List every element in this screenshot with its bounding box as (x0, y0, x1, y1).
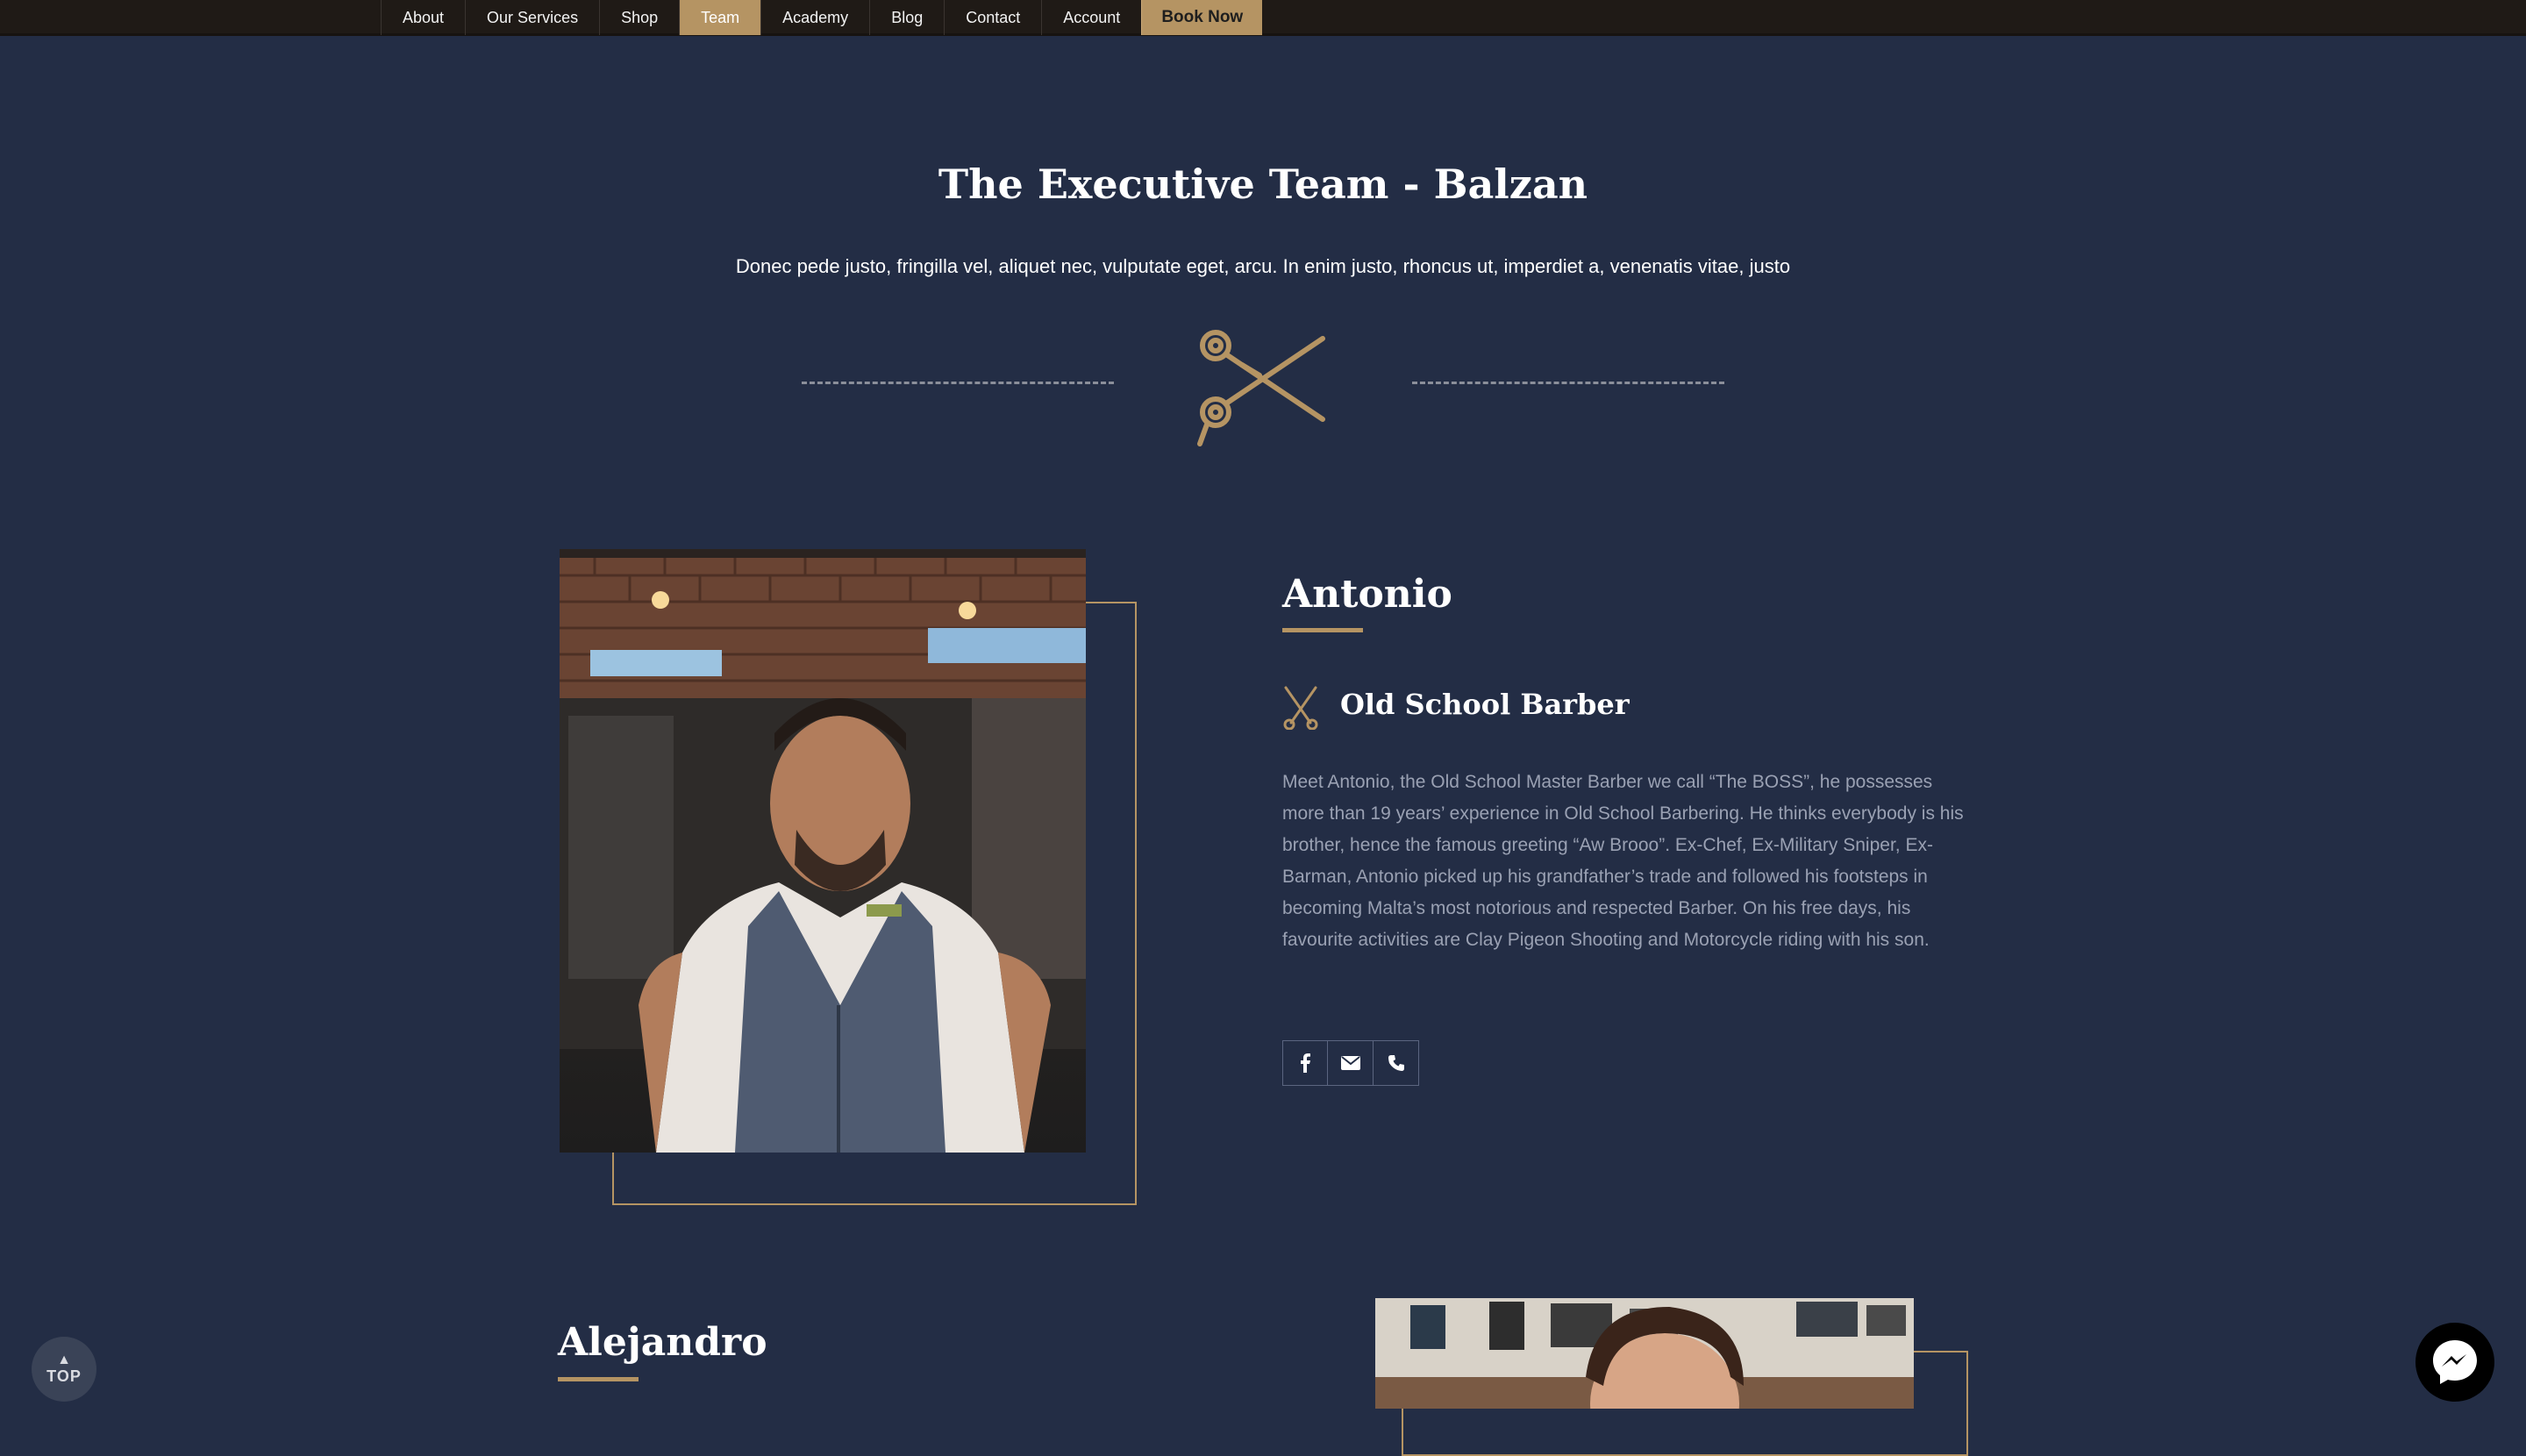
phone-icon[interactable] (1374, 1040, 1419, 1086)
facebook-icon[interactable] (1282, 1040, 1328, 1086)
divider-line-left (802, 382, 1114, 384)
nav-about[interactable]: About (381, 0, 465, 35)
member-name: Antonio (1282, 572, 1452, 617)
social-links (1282, 1040, 1419, 1086)
scissors-icon (1281, 686, 1321, 731)
nav-our-services[interactable]: Our Services (465, 0, 599, 35)
scissors-icon (1191, 321, 1338, 449)
chevron-up-icon: ▲ (57, 1352, 71, 1367)
member-bio: Meet Antonio, the Old School Master Barb… (1282, 772, 1964, 950)
member-role: Old School Barber (1340, 688, 1630, 721)
top-navigation-bar: About Our Services Shop Team Academy Blo… (0, 0, 2526, 36)
nav-team[interactable]: Team (679, 0, 761, 35)
name-underline-2 (558, 1377, 639, 1381)
page-subtitle: Donec pede justo, fringilla vel, aliquet… (735, 255, 1791, 277)
nav-account[interactable]: Account (1041, 0, 1141, 35)
nav-blog[interactable]: Blog (869, 0, 944, 35)
page-title: The Executive Team - Balzan (938, 161, 1588, 208)
messenger-chat-button[interactable] (2415, 1323, 2494, 1402)
email-icon[interactable] (1328, 1040, 1374, 1086)
photo-alejandro (1375, 1298, 1914, 1409)
divider-line-right (1412, 382, 1724, 384)
back-to-top-button[interactable]: ▲ TOP (32, 1337, 96, 1402)
nav-contact[interactable]: Contact (944, 0, 1041, 35)
book-now-button[interactable]: Book Now (1141, 0, 1263, 35)
photo-antonio (560, 549, 1086, 1153)
messenger-icon (2433, 1340, 2477, 1384)
nav-academy[interactable]: Academy (760, 0, 869, 35)
back-to-top-label: TOP (46, 1367, 82, 1385)
member-name-2: Alejandro (558, 1320, 767, 1365)
nav-shop[interactable]: Shop (599, 0, 679, 35)
main-nav: About Our Services Shop Team Academy Blo… (381, 0, 1263, 35)
name-underline (1282, 628, 1363, 632)
